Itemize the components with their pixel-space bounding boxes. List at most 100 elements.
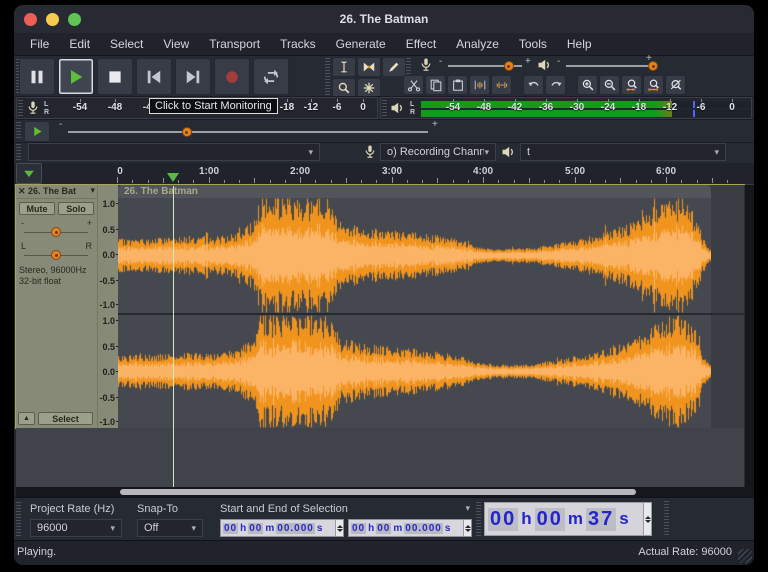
minutes-unit: m (265, 523, 274, 534)
vertical-scrollbar[interactable] (744, 185, 754, 487)
recording-volume-knob[interactable] (504, 61, 514, 71)
waveform-channel-left[interactable] (118, 198, 711, 313)
select-track-button[interactable]: Select (38, 412, 93, 425)
position-hours[interactable]: 00 (488, 508, 518, 531)
gain-knob[interactable] (51, 227, 61, 237)
start-hours[interactable]: 00 (223, 523, 238, 534)
waveform-channel-right[interactable] (118, 315, 711, 428)
project-rate-dropdown[interactable]: 96000▾ (30, 519, 122, 537)
end-seconds[interactable]: 00.000 (404, 523, 443, 534)
close-track-button[interactable]: ✕ (18, 186, 26, 197)
end-hours[interactable]: 00 (351, 523, 366, 534)
playhead-marker-icon[interactable] (167, 173, 179, 182)
waveform-view[interactable]: 26. The Batman (118, 185, 744, 428)
resize-grip[interactable] (738, 549, 752, 563)
record-button[interactable] (214, 58, 250, 95)
play-button[interactable] (58, 58, 94, 95)
undo-button[interactable] (523, 75, 544, 95)
field-spinner[interactable] (463, 520, 471, 536)
horizontal-scrollbar[interactable] (16, 487, 754, 497)
recording-meter-grip[interactable] (18, 100, 23, 116)
clip-title[interactable]: 26. The Batman (118, 185, 711, 198)
vertical-scale-ruler[interactable]: 1.00.50.0-0.5-1.01.00.50.0-0.5-1.0 (97, 185, 118, 428)
paste-button[interactable] (447, 75, 468, 95)
play-at-speed-grip[interactable] (16, 122, 21, 140)
zoom-in-button[interactable] (577, 75, 598, 95)
field-spinner[interactable] (335, 520, 343, 536)
recording-channels-dropdown[interactable]: o) Recording Channels▾ (380, 143, 496, 161)
solo-button[interactable]: Solo (58, 202, 94, 215)
envelope-tool-button[interactable] (357, 57, 381, 77)
pause-button[interactable] (19, 58, 55, 95)
end-minutes[interactable]: 00 (376, 523, 391, 534)
draw-tool-button[interactable] (382, 57, 406, 77)
skip-to-end-button[interactable] (175, 58, 211, 95)
selection-toolbar-grip[interactable] (16, 502, 21, 537)
tools-toolbar-grip[interactable] (325, 58, 330, 96)
time-toolbar-grip[interactable] (476, 502, 481, 537)
play-at-speed-knob[interactable] (182, 127, 192, 137)
menu-tracks[interactable]: Tracks (270, 37, 326, 51)
track-menu-chevron-icon[interactable]: ▾ (90, 185, 95, 196)
track-row: ✕ 26. The Bat ▾ Mute Solo - + L R Stereo… (16, 185, 744, 428)
position-seconds[interactable]: 37 (586, 508, 616, 531)
menu-transport[interactable]: Transport (199, 37, 270, 51)
play-at-speed-button[interactable] (24, 121, 50, 142)
monitoring-tooltip[interactable]: Click to Start Monitoring (149, 98, 278, 114)
menu-select[interactable]: Select (100, 37, 153, 51)
zoom-toggle-button[interactable] (665, 75, 686, 95)
audio-host-dropdown[interactable]: ▾ (28, 143, 320, 161)
selection-mode-dropdown[interactable]: Start and End of Selection▾ (220, 503, 470, 515)
menu-view[interactable]: View (153, 37, 199, 51)
copy-button[interactable] (425, 75, 446, 95)
trim-outside-selection-button[interactable] (469, 75, 490, 95)
menu-help[interactable]: Help (557, 37, 602, 51)
playback-meter-grip[interactable] (382, 100, 387, 116)
recording-meter[interactable]: L R -54-48-42-36-30-24-18-12-60 Click to… (16, 97, 378, 119)
playback-meter[interactable]: L R -54-48-42-36-30-24-18-12-60 (380, 97, 752, 119)
audio-position-display[interactable]: 00h00m37s (484, 502, 652, 536)
track-name[interactable]: 26. The Bat (28, 186, 82, 196)
pinned-playhead-button[interactable] (16, 163, 42, 184)
fit-selection-button[interactable] (621, 75, 642, 95)
selection-tool-button[interactable] (332, 57, 356, 77)
fit-project-button[interactable] (643, 75, 664, 95)
playback-volume-slider[interactable] (566, 65, 654, 67)
zoom-out-button[interactable] (599, 75, 620, 95)
silence-selection-button[interactable] (491, 75, 512, 95)
start-minutes[interactable]: 00 (248, 523, 263, 534)
selection-start-field[interactable]: 00h00m00.000s (220, 519, 344, 537)
menu-generate[interactable]: Generate (326, 37, 396, 51)
redo-button[interactable] (545, 75, 566, 95)
playback-device-value: t (527, 146, 530, 158)
collapse-track-button[interactable]: ▲ (18, 412, 35, 425)
field-spinner[interactable] (643, 503, 651, 535)
start-seconds[interactable]: 00.000 (276, 523, 315, 534)
meter-scale-label: -6 (333, 102, 342, 113)
menu-analyze[interactable]: Analyze (446, 37, 509, 51)
device-toolbar-grip[interactable] (16, 144, 21, 160)
position-minutes[interactable]: 00 (535, 508, 565, 531)
mute-button[interactable]: Mute (19, 202, 55, 215)
stop-button[interactable] (97, 58, 133, 95)
menu-edit[interactable]: Edit (59, 37, 100, 51)
pan-knob[interactable] (51, 250, 61, 260)
timeline-ruler[interactable]: 01:002:003:004:005:006:00 (14, 163, 754, 185)
snap-to-dropdown[interactable]: Off▾ (137, 519, 203, 537)
horizontal-scrollbar-thumb[interactable] (120, 489, 636, 495)
zoom-tool-button[interactable] (332, 78, 356, 98)
multi-tool-button[interactable] (357, 78, 381, 98)
cut-button[interactable] (403, 75, 424, 95)
menu-effect[interactable]: Effect (396, 37, 446, 51)
audio-clip[interactable]: 26. The Batman (118, 185, 711, 428)
title-bar[interactable]: 26. The Batman (14, 5, 754, 33)
play-at-speed-slider[interactable] (68, 131, 428, 133)
skip-to-start-button[interactable] (136, 58, 172, 95)
selection-end-field[interactable]: 00h00m00.000s (348, 519, 472, 537)
menu-file[interactable]: File (20, 37, 59, 51)
menu-tools[interactable]: Tools (509, 37, 557, 51)
playback-device-dropdown[interactable]: t▾ (520, 143, 726, 161)
empty-track-area[interactable] (16, 428, 744, 487)
time-toolbar-end-grip[interactable] (664, 501, 669, 536)
loop-button[interactable] (253, 58, 289, 95)
